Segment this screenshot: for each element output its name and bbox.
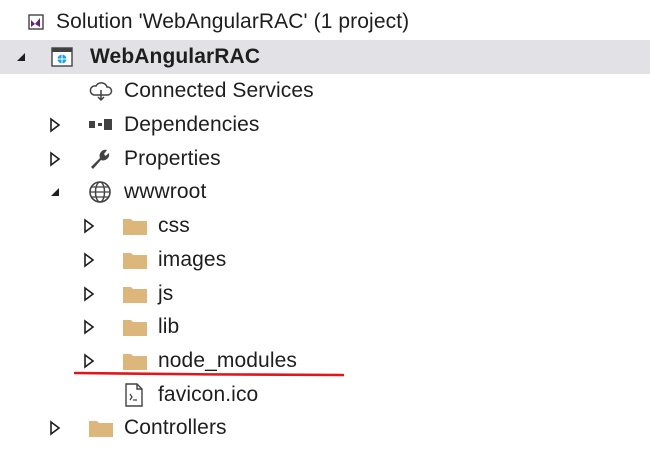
tree-item-label: Properties bbox=[124, 147, 221, 170]
folder-icon bbox=[122, 209, 148, 243]
solution-explorer-tree: Solution 'WebAngularRAC' (1 project) Web… bbox=[0, 0, 650, 451]
tree-item-connected-services[interactable]: Connected Services bbox=[0, 74, 650, 108]
collapsed-arrow-icon[interactable] bbox=[82, 277, 96, 311]
collapsed-arrow-icon[interactable] bbox=[48, 142, 62, 176]
file-icon bbox=[123, 378, 145, 412]
tree-item-label: Connected Services bbox=[124, 79, 314, 102]
tree-item-label: Dependencies bbox=[124, 113, 260, 136]
tree-item-label: css bbox=[158, 214, 190, 237]
tree-item-favicon[interactable]: favicon.ico bbox=[0, 378, 650, 412]
tree-item-dependencies[interactable]: Dependencies bbox=[0, 108, 650, 142]
expanded-arrow-icon[interactable] bbox=[48, 175, 62, 209]
tree-item-css[interactable]: css bbox=[0, 209, 650, 243]
tree-item-label: Controllers bbox=[124, 416, 227, 439]
tree-item-properties[interactable]: Properties bbox=[0, 142, 650, 176]
collapsed-arrow-icon[interactable] bbox=[82, 243, 96, 277]
vs-solution-icon bbox=[26, 5, 46, 39]
cloud-services-icon bbox=[88, 74, 114, 108]
tree-item-label: js bbox=[158, 282, 174, 305]
collapsed-arrow-icon[interactable] bbox=[48, 411, 62, 445]
tree-item-wwwroot[interactable]: wwwroot bbox=[0, 175, 650, 209]
project-label: WebAngularRAC bbox=[90, 45, 261, 68]
tree-item-label: wwwroot bbox=[124, 180, 207, 203]
solution-row[interactable]: Solution 'WebAngularRAC' (1 project) bbox=[0, 5, 650, 39]
collapsed-arrow-icon[interactable] bbox=[48, 108, 62, 142]
tree-item-controllers[interactable]: Controllers bbox=[0, 411, 650, 445]
tree-item-label: lib bbox=[158, 315, 180, 338]
folder-icon bbox=[122, 277, 148, 311]
tree-item-lib[interactable]: lib bbox=[0, 310, 650, 344]
web-project-icon bbox=[50, 40, 74, 74]
globe-icon bbox=[88, 175, 112, 209]
folder-icon bbox=[88, 411, 114, 445]
folder-icon bbox=[122, 243, 148, 277]
collapsed-arrow-icon[interactable] bbox=[82, 209, 96, 243]
tree-item-label: images bbox=[158, 248, 227, 271]
dependencies-icon bbox=[88, 108, 114, 142]
folder-icon bbox=[122, 310, 148, 344]
annotation-underline bbox=[74, 371, 344, 377]
wrench-icon bbox=[88, 142, 112, 176]
collapsed-arrow-icon[interactable] bbox=[82, 310, 96, 344]
expanded-arrow-icon[interactable] bbox=[14, 40, 28, 74]
tree-item-images[interactable]: images bbox=[0, 243, 650, 277]
project-row[interactable]: WebAngularRAC bbox=[0, 40, 650, 74]
solution-label: Solution 'WebAngularRAC' (1 project) bbox=[56, 10, 410, 33]
tree-item-label: favicon.ico bbox=[158, 383, 259, 406]
tree-item-js[interactable]: js bbox=[0, 277, 650, 311]
